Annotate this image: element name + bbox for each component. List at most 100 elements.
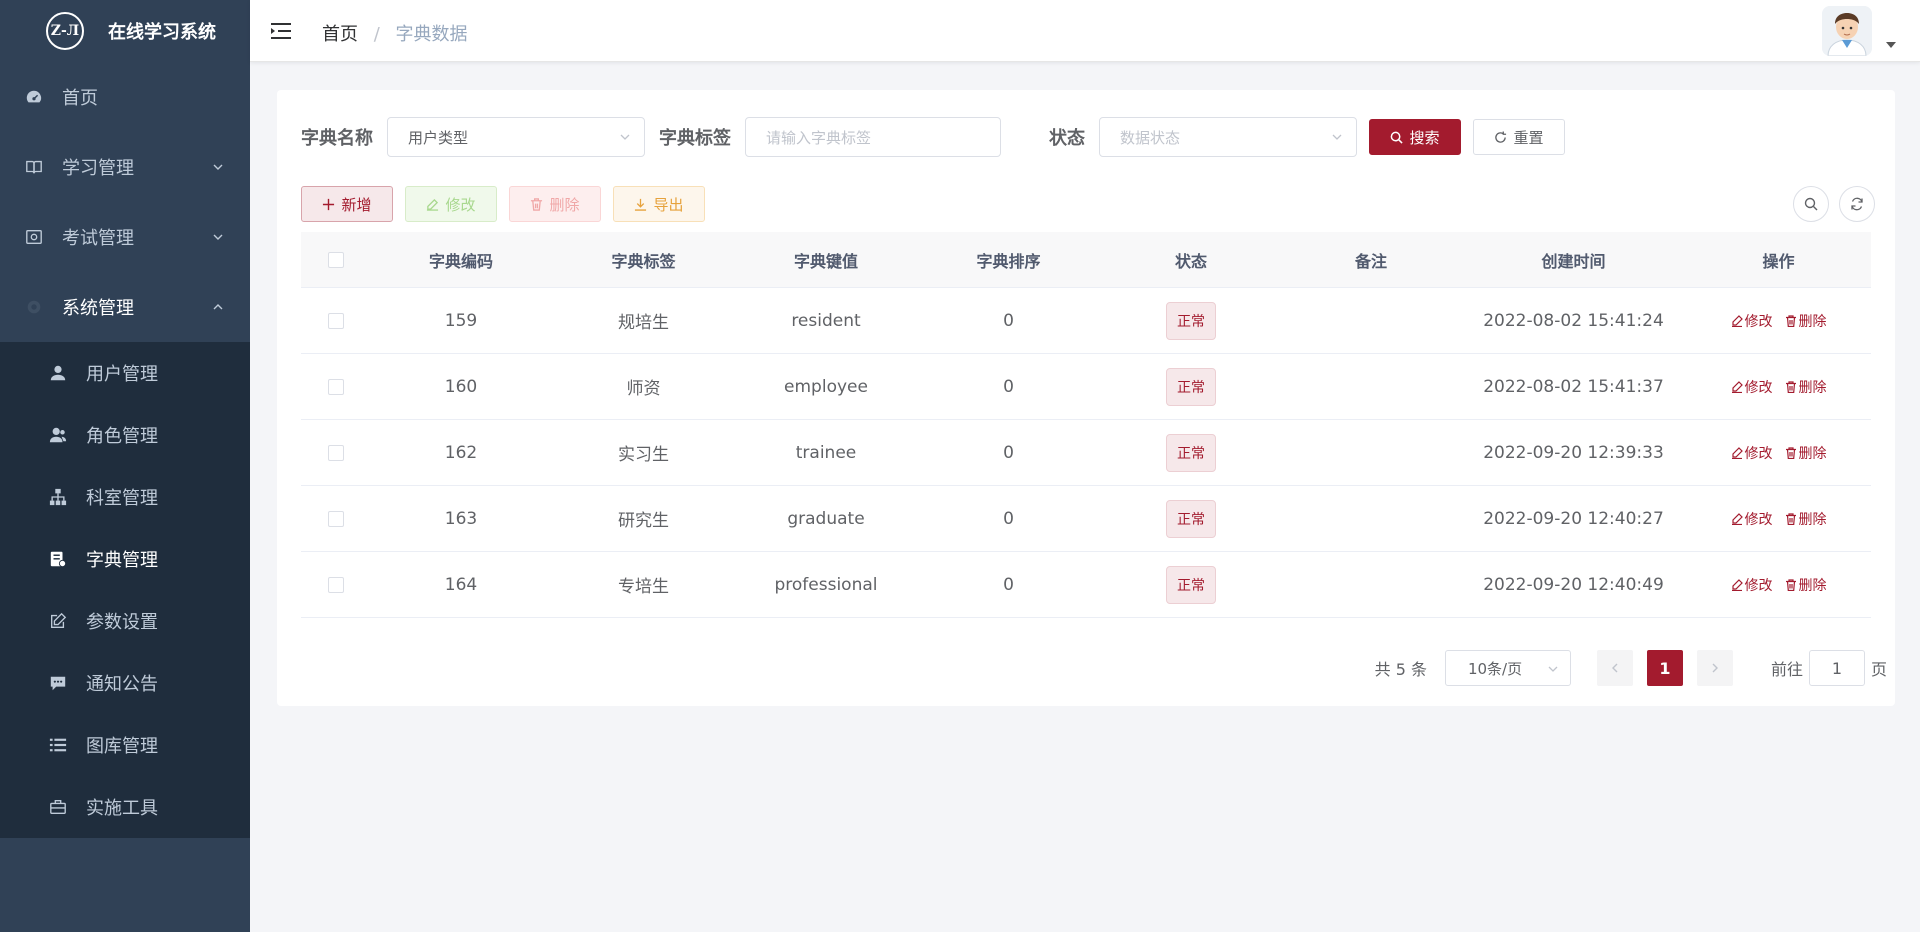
row-edit-link[interactable]: 修改 (1731, 575, 1773, 595)
trash-icon (531, 197, 543, 211)
sidebar-item-label: 用户管理 (86, 364, 158, 385)
row-edit-link[interactable]: 修改 (1731, 509, 1773, 529)
chevron-down-icon (213, 234, 223, 240)
dict-data-card: 字典名称 用户类型 字典标签 请输入字典标签 状态 数据状态 搜索 重置 新增 (277, 90, 1895, 706)
cell-sort: 0 (1003, 376, 1014, 397)
row-delete-link[interactable]: 删除 (1785, 311, 1827, 331)
goto-prefix: 前往 (1770, 660, 1803, 679)
row-delete-label: 删除 (1798, 379, 1827, 396)
row-edit-link[interactable]: 修改 (1731, 311, 1773, 331)
hamburger-icon[interactable] (270, 20, 292, 42)
reset-button-label: 重置 (1513, 128, 1544, 147)
delete-button[interactable]: 删除 (509, 186, 601, 222)
edit-button[interactable]: 修改 (405, 186, 497, 222)
cell-created: 2022-09-20 12:40:49 (1483, 574, 1664, 595)
goto-suffix: 页 (1870, 660, 1887, 679)
row-delete-label: 删除 (1798, 511, 1827, 528)
sidebar-item-dictionary[interactable]: 字典管理 (0, 528, 250, 590)
search-icon (1804, 197, 1818, 211)
table-row: 162 实习生 trainee 0 正常 2022-09-20 12:39:33… (301, 420, 1871, 486)
cell-label: 师资 (626, 379, 661, 399)
cell-label: 实习生 (618, 445, 669, 465)
header-code: 字典编码 (428, 251, 493, 271)
row-delete-link[interactable]: 删除 (1785, 377, 1827, 397)
user-icon (48, 363, 68, 383)
search-icon (1391, 131, 1404, 144)
sidebar-item-home[interactable]: 首页 (0, 62, 250, 132)
status-select[interactable]: 数据状态 (1099, 117, 1357, 157)
table-toolbar: 新增 修改 删除 导出 (301, 186, 717, 222)
status-badge: 正常 (1166, 433, 1216, 472)
row-checkbox-cell (301, 510, 371, 527)
trash-icon (1785, 512, 1796, 525)
row-delete-label: 删除 (1798, 313, 1827, 330)
caret-down-icon[interactable] (1886, 42, 1896, 48)
refresh-table-button[interactable] (1839, 186, 1875, 222)
download-icon (635, 198, 647, 211)
edit-icon (1731, 446, 1743, 459)
search-button[interactable]: 搜索 (1369, 119, 1461, 155)
logo[interactable]: Z-Л 在线学习系统 (0, 0, 250, 62)
row-checkbox[interactable] (328, 576, 344, 593)
select-all-checkbox[interactable] (328, 251, 344, 268)
header-checkbox-cell (301, 251, 371, 268)
sidebar-item-users[interactable]: 用户管理 (0, 342, 250, 404)
row-checkbox[interactable] (328, 444, 344, 461)
system-icon (24, 297, 44, 317)
list-icon (48, 735, 68, 755)
row-edit-link[interactable]: 修改 (1731, 377, 1773, 397)
cell-status: 正常 (1101, 433, 1281, 472)
trash-icon (1785, 380, 1796, 393)
edit-icon (427, 198, 439, 211)
sidebar-item-system[interactable]: 系统管理 (0, 272, 250, 342)
pagination: 共 5 条 10条/页 1 前往 1 页 (1375, 650, 1887, 686)
edit-icon (1731, 380, 1743, 393)
sidebar-item-gallery[interactable]: 图库管理 (0, 714, 250, 776)
dict-name-select[interactable]: 用户类型 (387, 117, 645, 157)
sidebar-item-study[interactable]: 学习管理 (0, 132, 250, 202)
header-value: 字典键值 (793, 251, 858, 271)
cell-status: 正常 (1101, 367, 1281, 406)
app-title: 在线学习系统 (108, 22, 216, 43)
page-size-select[interactable]: 10条/页 (1444, 650, 1571, 686)
prev-page-button[interactable] (1596, 650, 1633, 686)
breadcrumb-home[interactable]: 首页 (322, 24, 358, 45)
sidebar-item-exam[interactable]: 考试管理 (0, 202, 250, 272)
table-row: 164 专培生 professional 0 正常 2022-09-20 12:… (301, 552, 1871, 618)
sidebar-item-departments[interactable]: 科室管理 (0, 466, 250, 528)
row-delete-link[interactable]: 删除 (1785, 575, 1827, 595)
reset-button[interactable]: 重置 (1473, 119, 1565, 155)
sidebar-item-params[interactable]: 参数设置 (0, 590, 250, 652)
row-checkbox[interactable] (328, 312, 344, 329)
sidebar-item-label: 科室管理 (86, 488, 158, 509)
cell-sort: 0 (1003, 508, 1014, 529)
sidebar-item-roles[interactable]: 角色管理 (0, 404, 250, 466)
sidebar-item-tools[interactable]: 实施工具 (0, 776, 250, 838)
row-edit-link[interactable]: 修改 (1731, 443, 1773, 463)
sidebar-item-notices[interactable]: 通知公告 (0, 652, 250, 714)
row-delete-link[interactable]: 删除 (1785, 509, 1827, 529)
next-page-button[interactable] (1696, 650, 1733, 686)
cell-label: 专培生 (618, 577, 669, 597)
export-button-label: 导出 (653, 195, 684, 214)
dict-data-table: 字典编码 字典标签 字典键值 字典排序 状态 备注 创建时间 操作 159 规培… (301, 232, 1871, 618)
row-checkbox[interactable] (328, 510, 344, 527)
goto-page-input[interactable]: 1 (1808, 650, 1865, 686)
cell-created: 2022-09-20 12:39:33 (1483, 442, 1664, 463)
export-button[interactable]: 导出 (613, 186, 705, 222)
page-size-value: 10条/页 (1467, 659, 1523, 678)
cell-status: 正常 (1101, 499, 1281, 538)
search-button-label: 搜索 (1409, 128, 1440, 147)
cell-code: 162 (444, 442, 478, 463)
dict-name-label: 字典名称 (301, 128, 373, 149)
cell-created: 2022-08-02 15:41:24 (1483, 310, 1664, 331)
page-number-current[interactable]: 1 (1646, 650, 1683, 686)
add-button[interactable]: 新增 (301, 186, 393, 222)
header-label: 字典标签 (611, 251, 676, 271)
avatar[interactable] (1822, 6, 1872, 56)
sidebar-item-label: 通知公告 (86, 674, 158, 695)
dict-label-input[interactable]: 请输入字典标签 (745, 117, 1001, 157)
toggle-search-button[interactable] (1793, 186, 1829, 222)
row-checkbox[interactable] (328, 378, 344, 395)
row-delete-link[interactable]: 删除 (1785, 443, 1827, 463)
